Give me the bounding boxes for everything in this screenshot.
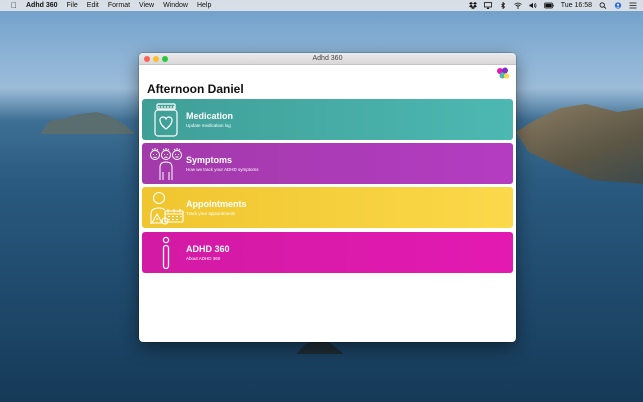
notification-center-icon[interactable] <box>629 2 637 9</box>
menu-view[interactable]: View <box>139 2 154 9</box>
medication-title: Medication <box>186 111 234 121</box>
desktop-island-left <box>40 112 135 134</box>
menu-file[interactable]: File <box>67 2 78 9</box>
menubar-clock[interactable]: Tue 16:58 <box>561 2 592 9</box>
user-avatar-icon[interactable] <box>614 2 622 9</box>
spotlight-search-icon[interactable] <box>599 2 607 9</box>
battery-icon[interactable] <box>543 2 554 9</box>
about-subtitle: About ADHD 360 <box>186 256 221 261</box>
menu-bar:  Adhd 360 File Edit Format View Window … <box>0 0 643 11</box>
medication-card[interactable]: Medication Update medication log <box>142 99 513 140</box>
apple-menu-icon[interactable]:  <box>10 1 18 10</box>
volume-icon[interactable] <box>529 2 537 9</box>
symptoms-subtitle: How we track your ADHD symptoms <box>186 167 259 172</box>
appointments-title: Appointments <box>186 199 247 209</box>
medication-subtitle: Update medication log <box>186 123 231 128</box>
window-titlebar[interactable]: Adhd 360 <box>139 53 516 65</box>
window-zoom-button[interactable] <box>162 56 168 62</box>
window-title: Adhd 360 <box>312 55 343 62</box>
about-title: ADHD 360 <box>186 244 230 254</box>
greeting-heading: Afternoon Daniel <box>147 82 244 96</box>
info-icon <box>162 236 170 270</box>
app-logo-icon <box>497 67 510 79</box>
menu-edit[interactable]: Edit <box>87 2 99 9</box>
menu-window[interactable]: Window <box>163 2 188 9</box>
airplay-icon[interactable] <box>483 2 492 9</box>
desktop-cliff-right <box>516 104 643 184</box>
menu-app-name[interactable]: Adhd 360 <box>26 2 58 9</box>
app-window: Adhd 360 Afternoon Daniel Medication Upd… <box>139 53 516 342</box>
appointment-calendar-icon <box>150 191 184 225</box>
desktop-rock <box>296 340 344 354</box>
appointments-subtitle: Track your appointments <box>186 211 236 216</box>
menu-format[interactable]: Format <box>108 2 130 9</box>
bluetooth-icon[interactable] <box>499 2 507 9</box>
dropbox-icon[interactable] <box>468 2 477 9</box>
status-area: Tue 16:58 <box>468 0 637 11</box>
medication-jar-icon <box>154 103 178 137</box>
symptoms-title: Symptoms <box>186 155 233 165</box>
appointments-card[interactable]: Appointments Track your appointments <box>142 187 513 228</box>
symptoms-card[interactable]: Symptoms How we track your ADHD symptoms <box>142 143 513 184</box>
window-close-button[interactable] <box>144 56 150 62</box>
window-minimize-button[interactable] <box>153 56 159 62</box>
wifi-icon[interactable] <box>513 2 522 9</box>
menu-help[interactable]: Help <box>197 2 211 9</box>
about-adhd360-card[interactable]: ADHD 360 About ADHD 360 <box>142 232 513 273</box>
symptoms-faces-icon <box>150 148 182 180</box>
